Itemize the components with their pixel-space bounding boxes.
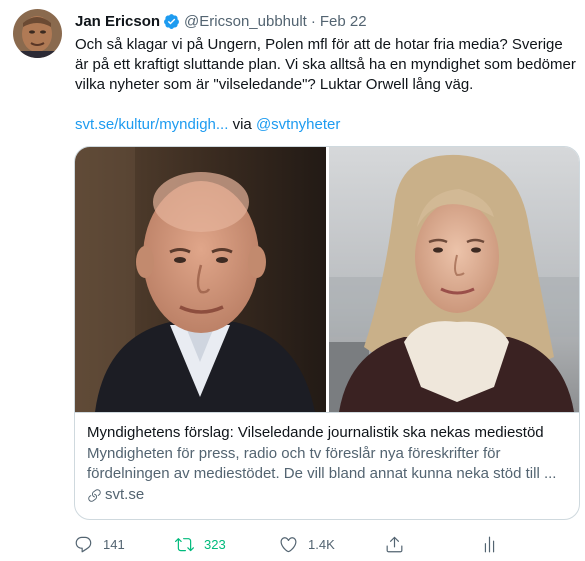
retweet-icon (175, 537, 194, 551)
author-handle[interactable]: @Ericson_ubbhult (184, 13, 307, 30)
analytics-button[interactable] (480, 533, 509, 555)
reply-count: 141 (103, 536, 125, 552)
card-description: Myndigheten för press, radio och tv före… (87, 445, 557, 482)
reply-icon (75, 536, 92, 552)
tweet-url-link[interactable]: svt.se/kultur/myndigh... (75, 116, 228, 133)
like-count: 1.4K (308, 536, 335, 552)
link-icon (88, 488, 101, 502)
card-body[interactable]: Myndighetens förslag: Vilseledande journ… (75, 412, 579, 519)
avatar[interactable] (13, 9, 62, 58)
tweet-date[interactable]: Feb 22 (320, 13, 367, 30)
card-images[interactable] (75, 147, 579, 412)
retweet-button[interactable]: 323 (175, 533, 226, 555)
via-handle-link[interactable]: @svtnyheter (256, 116, 340, 133)
card-image-woman (329, 147, 579, 412)
reply-button[interactable]: 141 (74, 533, 125, 555)
share-icon (386, 536, 403, 552)
analytics-icon (484, 536, 495, 552)
link-card[interactable]: Myndighetens förslag: Vilseledande journ… (74, 146, 580, 520)
card-image-man (75, 147, 326, 412)
tweet-text: Och så klagar vi på Ungern, Polen mfl fö… (75, 36, 576, 93)
author-name[interactable]: Jan Ericson (75, 13, 160, 30)
card-domain: svt.se (87, 485, 567, 505)
via-label: via (232, 116, 252, 133)
like-button[interactable]: 1.4K (279, 533, 335, 555)
verified-badge-icon (163, 13, 180, 30)
card-domain-text: svt.se (105, 486, 145, 503)
card-title: Myndighetens förslag: Vilseledande journ… (87, 424, 544, 441)
heart-icon (280, 536, 297, 552)
header-separator: · (310, 12, 316, 30)
tweet-actions: 141 323 1.4K (74, 533, 574, 555)
retweet-count: 323 (204, 536, 226, 552)
tweet-header: Jan Ericson @Ericson_ubbhult · Feb 22 (75, 11, 367, 31)
tweet-link-line: svt.se/kultur/myndigh... via @svtnyheter (75, 115, 340, 135)
tweet[interactable]: Jan Ericson @Ericson_ubbhult · Feb 22 Oc… (0, 0, 585, 561)
share-button[interactable] (385, 533, 414, 555)
